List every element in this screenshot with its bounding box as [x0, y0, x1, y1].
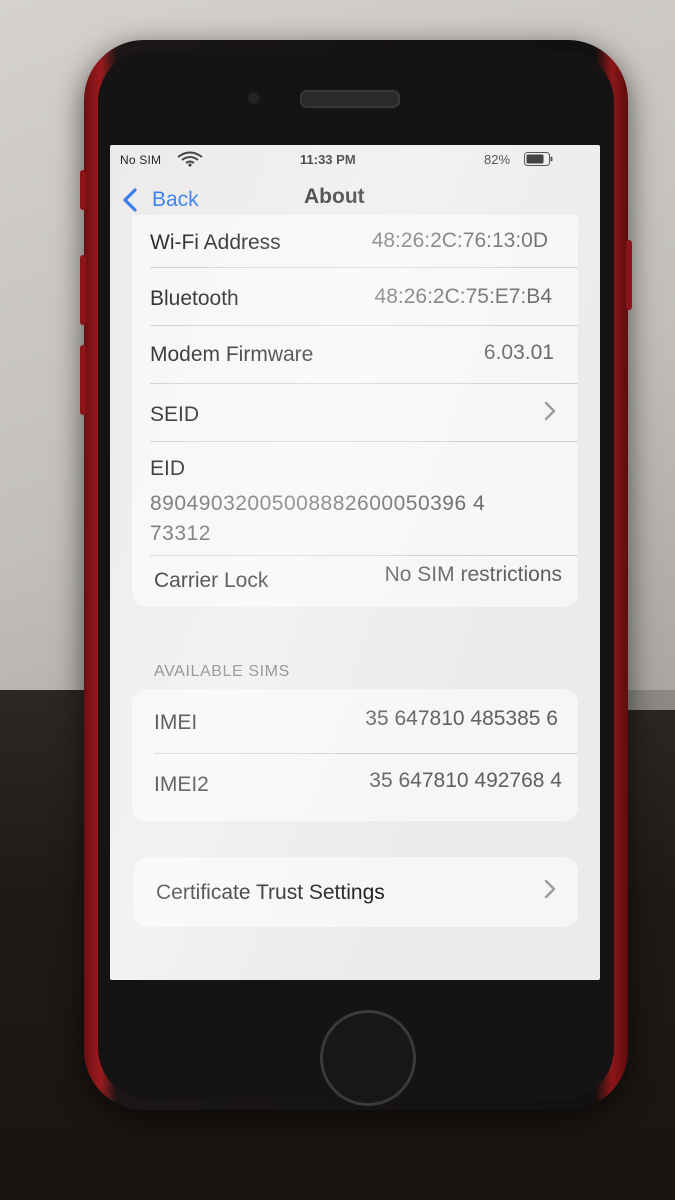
volume-down-button [80, 345, 86, 415]
wifi-address-label: Wi-Fi Address [150, 231, 281, 254]
wifi-address-row: Wi-Fi Address 48:26:2C:76:13:0D [132, 227, 578, 267]
imei-value: 35 647810 485385 6 [365, 707, 558, 730]
battery-percentage: 82% [484, 152, 511, 167]
mute-switch [80, 170, 86, 210]
wifi-icon [177, 151, 203, 167]
modem-firmware-row: Modem Firmware 6.03.01 [132, 335, 578, 375]
divider [150, 441, 578, 442]
imei2-value: 35 647810 492768 4 [369, 769, 562, 792]
eid-value-line-2: 73312 [150, 522, 211, 545]
divider [150, 555, 578, 556]
wifi-address-value: 48:26:2C:76:13:0D [371, 229, 548, 252]
imei-label: IMEI [154, 711, 198, 734]
page-title: About [304, 185, 365, 208]
clock: 11:33 PM [300, 152, 356, 167]
seid-row[interactable]: SEID [132, 391, 578, 441]
imei2-label: IMEI2 [154, 773, 209, 796]
eid-value-line-1: 89049032005008882600050396 4 [150, 492, 486, 515]
seid-label: SEID [150, 403, 200, 426]
device-info-group: Wi-Fi Address 48:26:2C:76:13:0D Bluetoot… [132, 215, 578, 607]
certificate-trust-group: Certificate Trust Settings [134, 857, 578, 927]
divider [150, 267, 578, 268]
carrier-lock-value: No SIM restrictions [384, 563, 562, 586]
back-button[interactable]: Back [152, 188, 199, 212]
earpiece-speaker [300, 90, 400, 108]
modem-firmware-label: Modem Firmware [150, 343, 314, 366]
certificate-trust-settings-row[interactable]: Certificate Trust Settings [134, 871, 578, 915]
status-bar: No SIM 11:33 PM 82% [110, 145, 600, 175]
certificate-trust-settings-label: Certificate Trust Settings [156, 881, 385, 904]
carrier-lock-label: Carrier Lock [154, 569, 269, 592]
chevron-left-icon[interactable] [120, 187, 140, 213]
eid-label: EID [150, 457, 186, 480]
carrier-status: No SIM [120, 153, 162, 167]
bluetooth-label: Bluetooth [150, 287, 239, 310]
phone-screen: No SIM 11:33 PM 82% Back About Wi-Fi Add… [110, 145, 600, 980]
divider [150, 383, 578, 384]
divider [154, 753, 578, 754]
bluetooth-row: Bluetooth 48:26:2C:75:E7:B4 [132, 279, 578, 319]
power-button [626, 240, 632, 310]
available-sims-header: AVAILABLE SIMS [154, 663, 290, 680]
available-sims-group: IMEI 35 647810 485385 6 IMEI2 35 647810 … [132, 689, 578, 821]
divider [150, 325, 578, 326]
bluetooth-value: 48:26:2C:75:E7:B4 [374, 285, 552, 308]
volume-up-button [80, 255, 86, 325]
battery-icon [524, 152, 553, 166]
chevron-right-icon [544, 879, 556, 899]
carrier-lock-row: Carrier Lock No SIM restrictions [132, 561, 578, 605]
imei2-row: IMEI2 35 647810 492768 4 [132, 765, 578, 809]
front-camera [248, 92, 260, 104]
imei-row: IMEI 35 647810 485385 6 [132, 703, 578, 747]
chevron-right-icon [544, 401, 556, 421]
home-button[interactable] [320, 1010, 416, 1106]
eid-row: EID 89049032005008882600050396 4 73312 [132, 449, 578, 559]
modem-firmware-value: 6.03.01 [483, 341, 554, 364]
